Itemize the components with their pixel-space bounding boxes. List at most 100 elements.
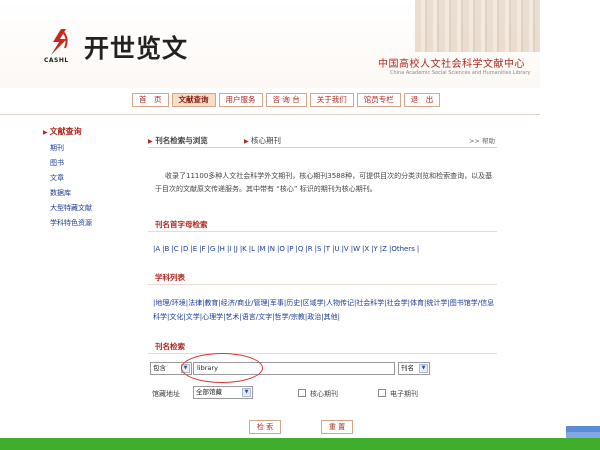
letter-link[interactable]: P bbox=[289, 245, 293, 253]
intro-text: 收录了11100多种人文社会科学外文期刊，核心期刊3588种，可提供目次的分类浏… bbox=[155, 172, 493, 193]
letter-link[interactable]: E bbox=[193, 245, 197, 253]
center-name: 中国高校人文社会科学文献中心 bbox=[378, 59, 525, 70]
subject-link[interactable]: 经济/商业/管理 bbox=[221, 299, 268, 307]
site-header: CASHL 开世览文 中国高校人文社会科学文献中心 China Academic… bbox=[0, 0, 540, 88]
letter-link[interactable]: W bbox=[353, 245, 360, 253]
core-journal-checkbox[interactable] bbox=[298, 389, 306, 397]
electronic-journal-label: 电子期刊 bbox=[390, 390, 418, 398]
subject-link[interactable]: 政治 bbox=[307, 313, 321, 321]
nav-logout[interactable]: 退 出 bbox=[403, 93, 441, 107]
nav-librarian-column[interactable]: 馆员专栏 bbox=[356, 93, 401, 107]
sidebar: ▶ 文献查询 期刊 图书 文章 数据库 大型特藏文献 学科特色资源 bbox=[43, 126, 133, 231]
letter-link[interactable]: T bbox=[326, 245, 330, 253]
letter-link[interactable]: U bbox=[334, 245, 339, 253]
subject-link[interactable]: 社会学 bbox=[387, 299, 408, 307]
chevron-down-icon: ▼ bbox=[242, 388, 251, 397]
search-field-value: 刊名 bbox=[401, 364, 414, 372]
letter-link[interactable]: H bbox=[220, 245, 225, 253]
library-select-value: 全部馆藏 bbox=[196, 388, 222, 396]
letter-link[interactable]: M bbox=[259, 245, 265, 253]
nav-help-desk[interactable]: 咨 询 台 bbox=[265, 93, 307, 107]
center-name-en: China Academic Social Sciences and Human… bbox=[390, 70, 531, 76]
letter-link[interactable]: V bbox=[344, 245, 349, 253]
letter-link[interactable]: J bbox=[236, 245, 238, 253]
letter-link[interactable]: I bbox=[229, 245, 231, 253]
separator: | bbox=[416, 245, 420, 253]
nav-about-us[interactable]: 关于我们 bbox=[309, 93, 354, 107]
letter-link[interactable]: G bbox=[210, 245, 215, 253]
letter-link[interactable]: Y bbox=[374, 245, 378, 253]
letter-link[interactable]: B bbox=[165, 245, 170, 253]
triangle-right-icon: ▶ bbox=[244, 138, 249, 145]
subject-link[interactable]: 语言/文字 bbox=[242, 313, 272, 321]
electronic-journal-checkbox[interactable] bbox=[378, 389, 386, 397]
breadcrumb-current-label: 核心期刊 bbox=[251, 136, 282, 145]
subject-link[interactable]: 其他 bbox=[324, 313, 338, 321]
chevron-down-icon: ▼ bbox=[419, 364, 428, 373]
subject-link[interactable]: 人物传记 bbox=[326, 299, 354, 307]
letter-section-divider bbox=[148, 231, 497, 232]
letter-link[interactable]: Others bbox=[391, 245, 415, 253]
sidebar-heading: ▶ 文献查询 bbox=[43, 126, 133, 137]
letter-link[interactable]: N bbox=[270, 245, 275, 253]
letter-link[interactable]: Q bbox=[298, 245, 304, 253]
footer-bar bbox=[0, 438, 600, 450]
subject-link[interactable]: 区域学 bbox=[303, 299, 324, 307]
letter-link[interactable]: C bbox=[174, 245, 179, 253]
letter-link[interactable]: R bbox=[308, 245, 313, 253]
subject-link[interactable]: 心理学 bbox=[202, 313, 223, 321]
sidebar-item-databases[interactable]: 数据库 bbox=[43, 186, 133, 201]
subject-link[interactable]: 哲学/宗教 bbox=[275, 313, 305, 321]
subject-link[interactable]: 历史 bbox=[286, 299, 300, 307]
subject-link[interactable]: 社会科学 bbox=[356, 299, 384, 307]
search-field-select[interactable]: 刊名 ▼ bbox=[398, 362, 430, 375]
sidebar-item-journals[interactable]: 期刊 bbox=[43, 141, 133, 156]
sidebar-heading-label: 文献查询 bbox=[49, 127, 82, 136]
help-link[interactable]: >> 帮助 bbox=[469, 135, 495, 145]
subject-link[interactable]: 法律 bbox=[188, 299, 202, 307]
core-journal-label: 核心期刊 bbox=[310, 390, 338, 398]
cashl-logo-icon bbox=[51, 29, 68, 55]
nav-user-service[interactable]: 用户服务 bbox=[218, 93, 263, 107]
letter-link[interactable]: F bbox=[201, 245, 205, 253]
search-button[interactable]: 检 索 bbox=[249, 420, 281, 434]
letter-link[interactable]: K bbox=[242, 245, 247, 253]
subject-link[interactable]: 教育 bbox=[204, 299, 218, 307]
header-divider bbox=[0, 114, 540, 115]
library-label: 馆藏地址 bbox=[152, 390, 180, 398]
letter-link[interactable]: L bbox=[251, 245, 255, 253]
letter-link[interactable]: D bbox=[183, 245, 188, 253]
sidebar-item-articles[interactable]: 文章 bbox=[43, 171, 133, 186]
breadcrumb: ▶ 刊名检索与浏览 ▶ 核心期刊 >> 帮助 bbox=[148, 130, 497, 148]
subject-link[interactable]: 地理/环境 bbox=[155, 299, 185, 307]
sidebar-item-subject-resources[interactable]: 学科特色资源 bbox=[43, 216, 133, 231]
subject-link[interactable]: 体育 bbox=[410, 299, 424, 307]
sidebar-item-special-collections[interactable]: 大型特藏文献 bbox=[43, 201, 133, 216]
match-type-value: 包含 bbox=[153, 364, 166, 372]
logo-sub-text: CASHL bbox=[44, 57, 69, 64]
subject-link[interactable]: 文化 bbox=[169, 313, 183, 321]
subject-link[interactable]: 艺术 bbox=[225, 313, 239, 321]
library-select[interactable]: 全部馆藏 ▼ bbox=[193, 386, 253, 399]
breadcrumb-section: ▶ 刊名检索与浏览 bbox=[148, 135, 208, 146]
subject-list: |地理/环境|法律|教育|经济/商业/管理|军事|历史|区域学|人物传记|社会科… bbox=[153, 296, 498, 324]
nav-document-search[interactable]: 文献查询 bbox=[171, 93, 216, 107]
nav-home[interactable]: 首 页 bbox=[132, 93, 169, 107]
subject-section-divider bbox=[148, 284, 497, 285]
highlight-circle bbox=[181, 353, 263, 383]
reset-button[interactable]: 重 置 bbox=[321, 420, 353, 434]
sidebar-item-books[interactable]: 图书 bbox=[43, 156, 133, 171]
breadcrumb-current: ▶ 核心期刊 bbox=[244, 135, 281, 146]
subject-link[interactable]: 文学 bbox=[186, 313, 200, 321]
letter-link[interactable]: A bbox=[155, 245, 160, 253]
main-nav: 首 页 文献查询 用户服务 咨 询 台 关于我们 馆员专栏 退 出 bbox=[132, 93, 441, 107]
subject-link[interactable]: 统计学 bbox=[426, 299, 447, 307]
separator: | bbox=[337, 313, 340, 321]
letter-link[interactable]: Z bbox=[382, 245, 387, 253]
search-section-divider bbox=[148, 353, 497, 354]
breadcrumb-section-label[interactable]: 刊名检索与浏览 bbox=[155, 136, 208, 145]
letter-link[interactable]: X bbox=[364, 245, 369, 253]
letter-link[interactable]: O bbox=[279, 245, 285, 253]
letter-link[interactable]: S bbox=[317, 245, 321, 253]
subject-link[interactable]: 军事 bbox=[270, 299, 284, 307]
